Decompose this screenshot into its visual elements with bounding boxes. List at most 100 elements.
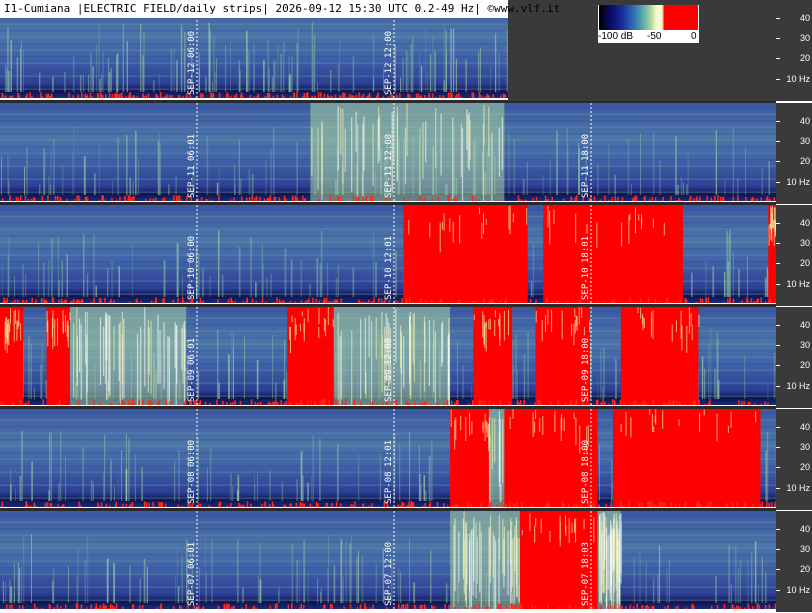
axis-tick <box>776 325 780 326</box>
saturated-region <box>287 307 334 405</box>
axis-tick-label: 10 Hz <box>786 177 810 187</box>
axis-tick-label: 40 <box>799 320 810 330</box>
axis-tick-label: 20 <box>799 360 810 370</box>
date-label: SEP-08 <box>384 471 394 504</box>
axis-tick <box>776 427 780 428</box>
axis-tick <box>776 529 780 530</box>
saturated-region <box>620 307 699 405</box>
date-label: SEP-11 <box>581 165 591 198</box>
axis-tick <box>776 141 780 142</box>
saturated-region <box>473 307 513 405</box>
time-label: 18:00 <box>581 133 591 161</box>
strip-separator <box>0 304 776 307</box>
date-label: SEP-11 <box>384 165 394 198</box>
time-label: 12:00 <box>384 133 394 161</box>
axis-tick <box>776 121 780 122</box>
axis-tick <box>776 569 780 570</box>
frequency-axis: 40 30 20 10 Hz <box>776 103 812 204</box>
axis-tick-label: 40 <box>799 218 810 228</box>
axis-tick <box>776 447 780 448</box>
axis-tick-label: 30 <box>799 340 810 350</box>
time-label: 18:03 <box>581 541 591 569</box>
date-label: SEP-10 <box>581 267 591 300</box>
frequency-axis: 40 30 20 10 Hz <box>776 511 812 612</box>
axis-tick-label: 40 <box>799 422 810 432</box>
page-title: I1-Cumiana |ELECTRIC FIELD/daily strips|… <box>0 0 560 18</box>
axis-tick-label: 20 <box>799 258 810 268</box>
axis-tick <box>776 161 780 162</box>
axis-tick-label: 30 <box>799 136 810 146</box>
axis-tick-label: 30 <box>799 442 810 452</box>
axis-tick <box>776 590 780 591</box>
axis-tick-label: 30 <box>799 33 810 43</box>
time-label: 18:00 <box>581 439 591 467</box>
color-scale: -100 dB -50 0 <box>598 5 699 43</box>
axis-tick-label: 10 Hz <box>786 74 810 84</box>
axis-tick <box>776 79 780 80</box>
date-label: SEP-08 <box>581 471 591 504</box>
axis-tick <box>776 549 780 550</box>
strip-sep-07: SEP-07 06:01 SEP-07 12:00 SEP-07 18:03 <box>0 511 776 609</box>
frequency-axis: 40 30 20 10 Hz <box>776 0 812 101</box>
axis-tick-label: 20 <box>799 53 810 63</box>
scale-label-mid: -50 <box>647 31 662 42</box>
axis-tick <box>776 467 780 468</box>
time-label: 12:01 <box>384 439 394 467</box>
strip-separator <box>0 406 776 409</box>
axis-tick <box>776 243 780 244</box>
scale-label-max: 0 <box>691 31 697 42</box>
color-scale-bar <box>599 5 698 30</box>
frequency-axis: 40 30 20 10 Hz <box>776 307 812 408</box>
strip-separator <box>0 202 776 205</box>
axis-tick-label: 30 <box>799 238 810 248</box>
axis-tick <box>776 284 780 285</box>
time-label: 06:00 <box>187 30 197 58</box>
time-label: 18:01 <box>581 235 591 263</box>
axis-tick-label: 20 <box>799 564 810 574</box>
strip-separator <box>0 508 776 511</box>
axis-tick-label: 20 <box>799 462 810 472</box>
axis-tick <box>776 263 780 264</box>
time-label: 12:00 <box>384 541 394 569</box>
time-label: 06:01 <box>187 541 197 569</box>
date-label: SEP-07 <box>187 573 197 606</box>
strip-sep-11: SEP-11 06:01 SEP-11 12:00 SEP-11 18:00 <box>0 103 776 201</box>
axis-tick-label: 20 <box>799 156 810 166</box>
date-label: SEP-07 <box>581 573 591 606</box>
strip-sep-10: SEP-10 06:00 SEP-10 12:01 SEP-10 18:01 <box>0 205 776 303</box>
date-label: SEP-09 <box>581 369 591 402</box>
frequency-axis: 40 30 20 10 Hz <box>776 205 812 306</box>
strip-sep-08: SEP-08 06:00 SEP-08 12:01 SEP-08 18:00 <box>0 409 776 507</box>
saturated-region <box>46 307 70 405</box>
axis-tick <box>776 345 780 346</box>
date-label: SEP-09 <box>384 369 394 402</box>
saturated-region <box>613 409 761 507</box>
date-label: SEP-10 <box>187 267 197 300</box>
axis-tick-label: 40 <box>799 13 810 23</box>
frequency-axis: 40 30 20 10 Hz <box>776 409 812 510</box>
time-label: 06:00 <box>187 235 197 263</box>
axis-tick <box>776 18 780 19</box>
date-label: SEP-12 <box>187 62 197 95</box>
time-label: 18:00 <box>581 337 591 365</box>
scale-label-min: -100 dB <box>598 31 634 42</box>
time-label: 06:01 <box>187 337 197 365</box>
date-label: SEP-09 <box>187 369 197 402</box>
saturated-region <box>0 307 24 405</box>
time-label: 12:01 <box>384 235 394 263</box>
spectrogram-page: SEP-12 06:00 SEP-12 12:00 40 30 20 10 Hz SEP-11 0… <box>0 0 812 613</box>
time-label: 06:01 <box>187 133 197 161</box>
time-label: 12:00 <box>384 337 394 365</box>
axis-tick-label: 30 <box>799 544 810 554</box>
time-label: 06:00 <box>187 439 197 467</box>
axis-tick-label: 10 Hz <box>786 585 810 595</box>
axis-tick <box>776 386 780 387</box>
axis-tick-label: 40 <box>799 524 810 534</box>
date-label: SEP-08 <box>187 471 197 504</box>
time-label: 12:00 <box>384 30 394 58</box>
axis-tick <box>776 223 780 224</box>
axis-tick-label: 40 <box>799 116 810 126</box>
date-label: SEP-12 <box>384 62 394 95</box>
strip-sep-09: SEP-09 06:01 SEP-09 12:00 SEP-09 18:00 <box>0 307 776 405</box>
date-label: SEP-11 <box>187 165 197 198</box>
